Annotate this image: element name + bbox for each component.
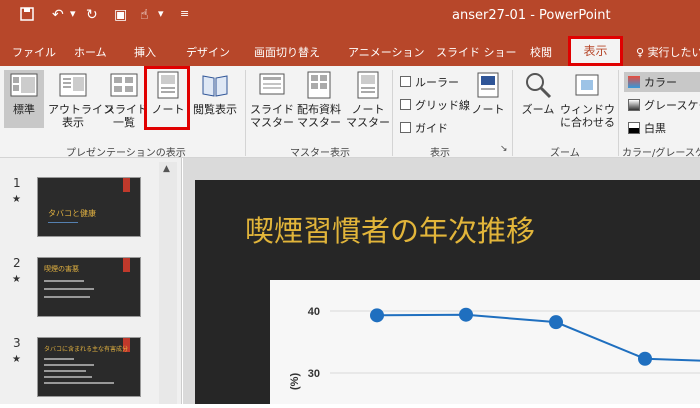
group-label-zoom: ズーム — [550, 148, 580, 159]
ruler-checkbox[interactable]: ルーラー — [400, 74, 459, 90]
group-label-master-views: マスター表示 — [290, 148, 350, 159]
book-icon — [202, 75, 228, 97]
customize-qat-icon[interactable]: ≡ — [180, 7, 189, 20]
bw-swatch-icon — [628, 122, 640, 134]
group-separator — [392, 70, 393, 156]
black-white-button[interactable]: 白黒 — [628, 120, 666, 136]
line-chart: 30 40 (%) — [289, 306, 700, 390]
tab-6[interactable]: スライド ショー — [436, 44, 517, 60]
notes-master-icon — [357, 71, 379, 99]
handout-master-button[interactable]: 配布資料 マスター — [294, 70, 344, 129]
slide-sorter-button[interactable]: スライド 一覧 — [104, 70, 148, 129]
group-separator — [245, 70, 246, 156]
guides-checkbox[interactable]: ガイド — [400, 120, 448, 136]
gridlines-checkbox[interactable]: グリッド線 — [400, 97, 470, 113]
notes-master-button[interactable]: ノート マスター — [346, 70, 390, 129]
scroll-up-icon[interactable]: ▲ — [163, 164, 170, 174]
group-label-show: 表示 — [430, 148, 450, 159]
zoom-button[interactable]: ズーム — [520, 70, 556, 116]
normal-view-button[interactable]: 標準 — [4, 70, 44, 128]
handout-master-icon — [307, 71, 331, 99]
group-separator — [512, 70, 513, 156]
tab-5[interactable]: アニメーション — [348, 44, 425, 60]
slide-number: 1 — [13, 176, 21, 190]
slide-thumbnail-3[interactable]: タバコに含まれる主な有害成分 — [37, 337, 141, 397]
tell-me-text: 実行したい — [647, 46, 700, 59]
group-label-color: カラー/グレースケー — [622, 148, 700, 159]
lightbulb-icon: ♀ — [636, 46, 645, 59]
slide-thumbnail-1[interactable]: タバコと健康 — [37, 177, 141, 237]
thumbnail-title: タバコと健康 — [48, 209, 96, 218]
tab-view[interactable]: 表示 — [568, 36, 623, 66]
window-title: anser27-01 - PowerPoint — [452, 8, 611, 23]
y-axis-label: (%) — [289, 373, 301, 390]
fit-window-icon — [575, 74, 599, 96]
dialog-launcher-icon[interactable]: ↘ — [500, 144, 508, 154]
slide-number: 2 — [13, 256, 21, 270]
color-swatch-icon — [628, 76, 640, 88]
thumbnail-title: タバコに含まれる主な有害成分 — [44, 346, 129, 353]
reading-view-button[interactable]: 閲覧表示 — [190, 70, 240, 116]
y-tick-label: 30 — [308, 368, 320, 380]
tab-7[interactable]: 校閲 — [530, 44, 552, 60]
title-bar: ↶ ▾ ↻ ▣ ☝ ▾ ≡ anser27-01 - PowerPoint — [0, 0, 700, 34]
color-button[interactable]: カラー — [624, 72, 700, 92]
animation-star-icon: ★ — [12, 354, 21, 365]
tell-me[interactable]: ♀ 実行したい — [636, 44, 700, 60]
normal-view-icon — [10, 73, 38, 97]
slide-master-icon — [259, 73, 285, 95]
grayscale-swatch-icon — [628, 99, 640, 111]
tab-2[interactable]: 挿入 — [134, 44, 156, 60]
y-tick-label: 40 — [308, 306, 320, 318]
data-point-2 — [549, 315, 563, 330]
chart-area[interactable]: 30 40 (%) — [270, 280, 700, 404]
data-point-1 — [459, 307, 473, 322]
series-line — [376, 313, 700, 362]
thumbnail-scrollbar[interactable]: ▲ — [159, 162, 177, 404]
notes-highlight — [144, 66, 190, 130]
magnifier-icon — [526, 73, 552, 99]
redo-icon[interactable]: ↻ — [86, 7, 98, 23]
thumbnail-title: 喫煙の害悪 — [44, 265, 79, 273]
outline-view-button[interactable]: アウトライン 表示 — [48, 70, 114, 129]
chevron-down-icon[interactable]: ▾ — [70, 7, 76, 20]
group-label-presentation-views: プレゼンテーションの表示 — [66, 148, 186, 159]
slide-master-button[interactable]: スライド マスター — [250, 70, 294, 129]
tab-3[interactable]: デザイン — [186, 44, 230, 60]
slide-sorter-icon — [110, 73, 138, 97]
tab-1[interactable]: ホーム — [74, 44, 107, 60]
animation-star-icon: ★ — [12, 274, 21, 285]
slide-thumbnail-2[interactable]: 喫煙の害悪 — [37, 257, 141, 317]
fit-to-window-button[interactable]: ウィンドウ に合わせる — [560, 70, 615, 129]
notes-toggle-button[interactable]: ノート — [470, 70, 506, 116]
slide-title[interactable]: 喫煙習慣者の年次推移 — [245, 208, 535, 250]
touch-mode-icon[interactable]: ☝ — [140, 7, 149, 23]
grayscale-button[interactable]: グレースケー — [628, 97, 700, 113]
save-icon[interactable] — [20, 7, 34, 25]
tab-4[interactable]: 画面切り替え — [254, 44, 320, 60]
data-point-3 — [638, 351, 652, 366]
tab-0[interactable]: ファイル — [12, 44, 56, 60]
animation-star-icon: ★ — [12, 194, 21, 205]
slide-number: 3 — [13, 336, 21, 350]
outline-view-icon — [59, 73, 87, 97]
data-point-0 — [370, 308, 384, 323]
chevron-down-icon[interactable]: ▾ — [158, 7, 164, 20]
undo-icon[interactable]: ↶ — [52, 7, 64, 23]
notes-icon — [477, 72, 499, 98]
present-icon[interactable]: ▣ — [114, 7, 127, 23]
group-separator — [618, 70, 619, 156]
